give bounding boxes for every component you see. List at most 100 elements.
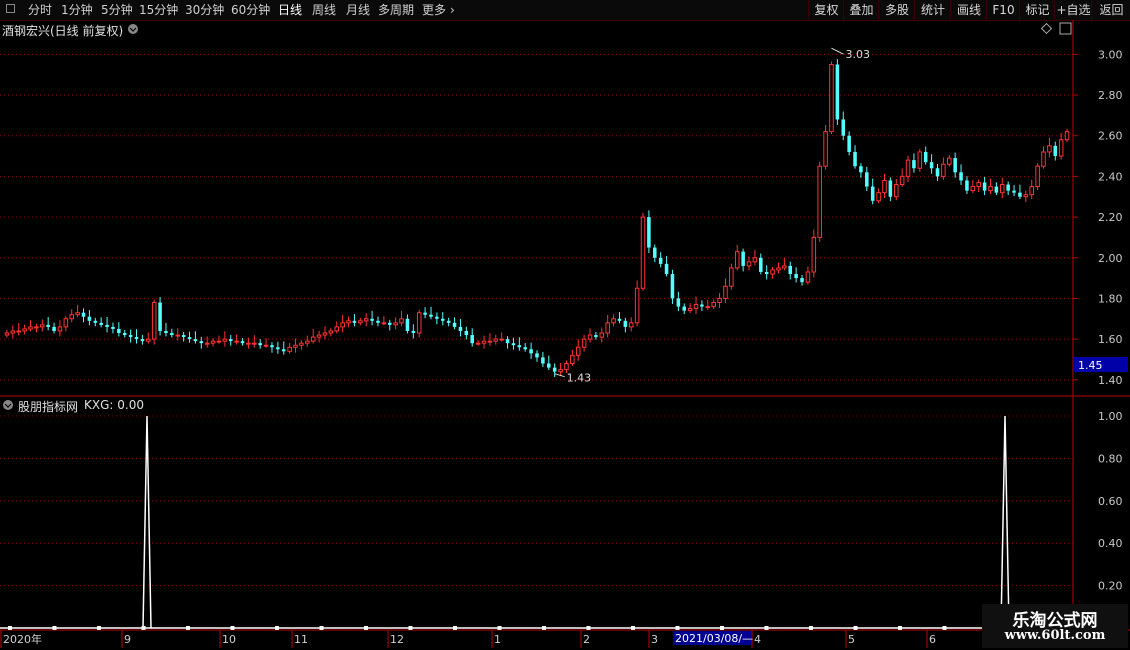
candle-body <box>470 335 474 344</box>
candle-body <box>464 330 469 336</box>
kline-chart[interactable]: 3.00 2.80 2.60 2.40 2.20 2.00 1.80 1.60 1.40 1.00… <box>0 0 1130 650</box>
candle-body <box>416 312 422 334</box>
candle-body <box>399 318 404 324</box>
candle-body <box>146 338 151 342</box>
candle-body <box>435 316 439 319</box>
x-tick-label: 6 <box>929 633 936 646</box>
candle-body <box>653 247 657 258</box>
candle-body <box>411 330 416 334</box>
title-dropdown-icon[interactable] <box>128 24 138 34</box>
indicator-dropdown-icon[interactable] <box>3 400 13 410</box>
candle-body <box>310 336 316 342</box>
candle-body <box>870 186 875 201</box>
candle-body <box>623 320 628 327</box>
candle-body <box>487 340 493 343</box>
candle-body <box>111 326 115 329</box>
candle-body <box>481 340 487 344</box>
candle-body <box>965 180 969 191</box>
candle-body <box>605 322 610 334</box>
candle-body <box>817 165 822 238</box>
kxg-point <box>8 626 12 630</box>
indicator-y-label: 0.80 <box>1098 452 1123 465</box>
candle-body <box>281 349 286 352</box>
candle-body <box>558 369 563 373</box>
y-tick-label: 3.00 <box>1098 48 1123 61</box>
diamond-icon[interactable] <box>1040 22 1053 35</box>
candle-body <box>363 318 369 322</box>
candle-body <box>28 326 33 330</box>
kxg-point <box>898 626 902 630</box>
candle-body <box>1041 151 1046 167</box>
candle-body <box>16 330 21 333</box>
current-price-value: 1.45 <box>1078 359 1103 372</box>
x-tick-label: 12 <box>390 633 404 646</box>
candle-body <box>246 342 251 345</box>
candle-body <box>970 186 976 192</box>
candle-body <box>717 297 722 304</box>
candle-body <box>1053 145 1058 157</box>
panel-window-icon[interactable] <box>1059 22 1072 35</box>
y-tick-label: 2.60 <box>1098 130 1123 143</box>
candle-body <box>759 257 763 272</box>
candle-body <box>628 322 634 328</box>
x-tick-label: 9 <box>124 633 131 646</box>
candle-body <box>1064 131 1070 141</box>
candle-body <box>346 320 351 324</box>
candle-body <box>552 367 557 372</box>
candle-body <box>835 64 840 120</box>
y-tick-label: 1.40 <box>1098 374 1123 387</box>
candle-body <box>923 151 928 163</box>
candle-body <box>664 263 669 275</box>
candle-body <box>164 330 168 334</box>
candle-body <box>334 326 340 332</box>
indicator-y-label: 0.40 <box>1098 537 1123 550</box>
candle-body <box>122 333 127 336</box>
candle-body <box>240 341 245 344</box>
y-tick-label: 2.20 <box>1098 211 1123 224</box>
candle-body <box>935 168 940 177</box>
candle-body <box>1012 190 1016 193</box>
y-tick-label: 2.00 <box>1098 252 1123 265</box>
y-tick-label: 1.60 <box>1098 333 1123 346</box>
candle-body <box>982 182 987 191</box>
candle-body <box>912 160 916 169</box>
candle-body <box>729 267 734 287</box>
y-tick-label: 2.40 <box>1098 170 1123 183</box>
candle-body <box>10 330 16 334</box>
candle-body <box>899 175 905 186</box>
candle-body <box>640 216 646 289</box>
candle-body <box>711 302 716 308</box>
candle-body <box>128 335 133 338</box>
candle-body <box>322 332 328 336</box>
candle-body <box>499 338 504 341</box>
candle-body <box>387 322 392 325</box>
x-tick-label: 11 <box>294 633 308 646</box>
x-tick-label: 2 <box>583 633 590 646</box>
candle-body <box>658 257 663 264</box>
candle-body <box>917 151 923 169</box>
kxg-point <box>675 626 680 630</box>
indicator-title: 股朋指标网 <box>18 400 79 414</box>
candle-body <box>423 312 427 315</box>
candle-body <box>876 192 881 202</box>
candle-body <box>505 339 510 344</box>
candle-body <box>358 320 363 324</box>
kxg-point <box>942 626 947 630</box>
candle-body <box>34 326 39 329</box>
candle-body <box>829 64 834 133</box>
candle-body <box>594 335 598 338</box>
candle-body <box>676 298 681 307</box>
candle-body <box>252 342 257 345</box>
candle-body <box>228 339 233 342</box>
candle-body <box>523 347 527 350</box>
candle-body <box>1018 192 1022 197</box>
kxg-point <box>453 626 457 630</box>
candle-body <box>370 318 374 321</box>
candle-body <box>158 302 162 331</box>
candle-body <box>994 186 999 193</box>
watermark-url: www.60lt.com <box>1004 628 1106 643</box>
candle-body <box>770 269 775 275</box>
candle-body <box>140 339 145 342</box>
kxg-point <box>319 626 324 630</box>
candle-body <box>700 304 704 307</box>
